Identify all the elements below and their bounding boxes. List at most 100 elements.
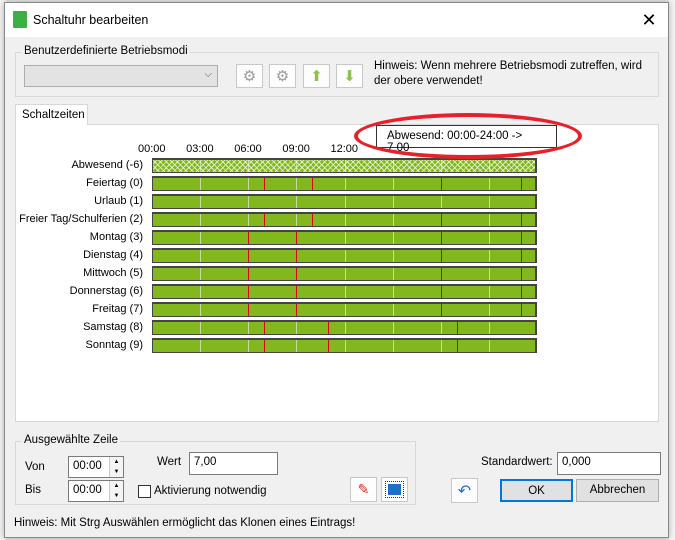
switch-marker[interactable] (264, 214, 266, 226)
remove-mode-button[interactable]: ⚙ (269, 64, 296, 88)
switch-marker[interactable] (535, 160, 536, 172)
switch-marker[interactable] (152, 340, 153, 352)
schedule-bar[interactable] (152, 320, 537, 335)
grid-line (344, 268, 346, 280)
switch-marker[interactable] (248, 286, 250, 298)
switch-marker[interactable] (152, 232, 153, 244)
grid-line (488, 214, 490, 226)
move-down-button[interactable]: ⬇ (336, 64, 363, 88)
schedule-bar[interactable] (152, 194, 537, 209)
switch-marker[interactable] (520, 268, 522, 280)
switch-marker[interactable] (440, 268, 442, 280)
switch-marker[interactable] (440, 286, 442, 298)
switch-marker[interactable] (312, 214, 314, 226)
switch-marker[interactable] (152, 250, 153, 262)
switch-marker[interactable] (312, 178, 314, 190)
switch-marker[interactable] (296, 268, 298, 280)
app-icon (13, 11, 27, 28)
schedule-bar[interactable] (152, 158, 537, 173)
switch-marker[interactable] (264, 340, 266, 352)
move-up-button[interactable]: ⬆ (303, 64, 330, 88)
schedule-bar[interactable] (152, 248, 537, 263)
switch-marker[interactable] (296, 286, 298, 298)
switch-marker[interactable] (535, 286, 536, 298)
row-label: Freier Tag/Schulferien (2) (19, 213, 143, 225)
switch-marker[interactable] (296, 250, 298, 262)
switch-marker[interactable] (152, 304, 153, 316)
switch-marker[interactable] (520, 250, 522, 262)
switch-marker[interactable] (535, 322, 536, 334)
switch-marker[interactable] (248, 232, 250, 244)
switch-marker[interactable] (152, 196, 153, 208)
switch-marker[interactable] (248, 304, 250, 316)
grid-line (200, 250, 202, 262)
switch-marker[interactable] (440, 232, 442, 244)
erase-button[interactable]: ✎ (350, 477, 377, 502)
bis-stepper[interactable]: ▲ ▼ (109, 481, 123, 501)
activation-checkbox[interactable] (138, 485, 151, 498)
switch-marker[interactable] (248, 268, 250, 280)
switch-marker[interactable] (535, 250, 536, 262)
schedule-bar[interactable] (152, 284, 537, 299)
switch-marker[interactable] (456, 340, 458, 352)
switch-marker[interactable] (535, 268, 536, 280)
switch-marker[interactable] (152, 214, 153, 226)
switch-marker[interactable] (264, 322, 266, 334)
switch-marker[interactable] (440, 250, 442, 262)
switch-marker[interactable] (152, 160, 153, 172)
von-stepper[interactable]: ▲ ▼ (109, 457, 123, 477)
switch-marker[interactable] (440, 304, 442, 316)
grid-line (488, 250, 490, 262)
switch-marker[interactable] (535, 304, 536, 316)
switch-marker[interactable] (520, 304, 522, 316)
cancel-button[interactable]: Abbrechen (576, 479, 659, 502)
standard-value-field[interactable]: 0,000 (557, 452, 661, 475)
schedule-bar[interactable] (152, 212, 537, 227)
switch-marker[interactable] (535, 214, 536, 226)
grid-line (200, 268, 202, 280)
grid-line (488, 268, 490, 280)
grid-line (440, 160, 442, 172)
undo-button[interactable]: ↶ (451, 478, 478, 503)
switch-marker[interactable] (535, 196, 536, 208)
ok-button[interactable]: OK (500, 479, 573, 502)
von-field[interactable]: 00:00 ▲ ▼ (68, 456, 124, 478)
switch-marker[interactable] (520, 214, 522, 226)
time-label: 03:00 (186, 143, 214, 155)
switch-marker[interactable] (535, 178, 536, 190)
switch-marker[interactable] (328, 322, 330, 334)
switch-marker[interactable] (296, 232, 298, 244)
switch-marker[interactable] (440, 178, 442, 190)
add-mode-button[interactable]: ⚙ (236, 64, 263, 88)
schedule-bar[interactable] (152, 230, 537, 245)
switch-marker[interactable] (535, 232, 536, 244)
wert-field[interactable]: 7,00 (189, 452, 278, 475)
switch-marker[interactable] (296, 304, 298, 316)
tab-schaltzeiten[interactable]: Schaltzeiten (15, 104, 88, 125)
switch-marker[interactable] (152, 286, 153, 298)
schedule-bar[interactable] (152, 302, 537, 317)
switch-marker[interactable] (328, 340, 330, 352)
switch-marker[interactable] (520, 178, 522, 190)
schedule-bar[interactable] (152, 176, 537, 191)
schedule-bar[interactable] (152, 266, 537, 281)
add-clock-icon: ⚙ (242, 68, 257, 85)
modes-dropdown[interactable]: ⌵ (24, 65, 218, 87)
switch-marker[interactable] (535, 340, 536, 352)
time-label: 00:00 (138, 143, 166, 155)
schedule-bar[interactable] (152, 338, 537, 353)
close-icon[interactable]: ✕ (636, 7, 662, 33)
switch-marker[interactable] (520, 232, 522, 244)
grid-line (440, 196, 442, 208)
switch-marker[interactable] (152, 322, 153, 334)
switch-marker[interactable] (456, 322, 458, 334)
bis-field[interactable]: 00:00 ▲ ▼ (68, 480, 124, 502)
background-window-right (669, 0, 675, 540)
switch-marker[interactable] (264, 178, 266, 190)
switch-marker[interactable] (248, 250, 250, 262)
switch-marker[interactable] (520, 286, 522, 298)
switch-marker[interactable] (152, 178, 153, 190)
select-all-button[interactable] (381, 477, 408, 502)
switch-marker[interactable] (440, 214, 442, 226)
switch-marker[interactable] (152, 268, 153, 280)
